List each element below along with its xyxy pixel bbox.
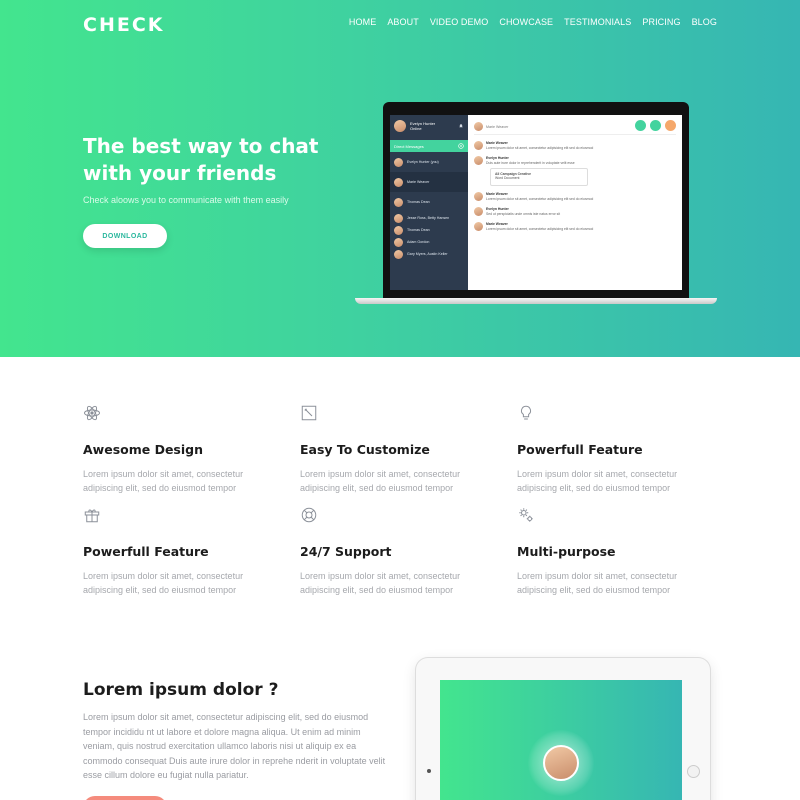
contact-item: Thomas Dean (390, 192, 468, 212)
feature-card: 24/7 Support Lorem ipsum dolor sit amet,… (300, 506, 500, 597)
contact-item: Gary Myers, Austin Keller (390, 248, 468, 260)
chat-message: Evelyn Hunter Sed ut perspiciatis unde om… (474, 207, 676, 216)
feature-card: Multi-purpose Lorem ipsum dolor sit amet… (517, 506, 717, 597)
video-call-icon (635, 120, 646, 131)
tablet-screen (440, 680, 682, 800)
avatar (394, 213, 403, 223)
file-attachment: All Campaign Creative Word Document (490, 168, 588, 186)
chat-message: Evelyn Hunter Duis aute irure dolor in re… (474, 156, 676, 165)
nav-about[interactable]: ABOUT (387, 17, 419, 27)
laptop-base (355, 298, 717, 304)
avatar (394, 157, 403, 167)
feature-title: Powerfull Feature (517, 442, 643, 457)
gift-icon (84, 509, 100, 523)
gears-icon (519, 508, 533, 522)
contact-item: Thomas Dean (390, 224, 468, 236)
chat-message: Marie Weaver Lorem ipsum dolor sit amet, … (474, 222, 676, 231)
avatar (394, 120, 406, 132)
about-text: Lorem ipsum dolor sit amet, consectetur … (83, 712, 386, 780)
chat-app-preview: Evelyn Hunter Online Direct Messages Evel… (390, 115, 682, 290)
main-nav: HOME ABOUT VIDEO DEMO CHOWCASE TESTIMONI… (349, 17, 717, 27)
nav-home[interactable]: HOME (349, 17, 376, 27)
laptop-screen: Evelyn Hunter Online Direct Messages Evel… (383, 102, 689, 298)
avatar (394, 177, 403, 187)
avatar (543, 745, 579, 781)
feature-title: Powerfull Feature (83, 544, 209, 559)
lightbulb-icon (521, 405, 531, 420)
avatar-ring (528, 730, 594, 796)
about-title: Lorem ipsum dolor ? (83, 680, 279, 700)
feature-card: Easy To Customize Lorem ipsum dolor sit … (300, 404, 500, 495)
hero-section: CHECK HOME ABOUT VIDEO DEMO CHOWCASE TES… (0, 0, 800, 357)
feature-text: Lorem ipsum dolor sit amet, consectetur … (300, 571, 461, 595)
avatar (474, 156, 483, 165)
feature-text: Lorem ipsum dolor sit amet, consectetur … (83, 571, 244, 595)
about-button[interactable] (83, 796, 167, 800)
tablet-home-button (687, 765, 700, 778)
bell-icon (459, 124, 463, 128)
avatar (394, 225, 403, 235)
contact-item: Adam Gordon (390, 236, 468, 248)
feature-card: Powerfull Feature Lorem ipsum dolor sit … (517, 404, 717, 495)
feature-text: Lorem ipsum dolor sit amet, consectetur … (300, 469, 461, 493)
avatar (474, 207, 483, 216)
feature-title: Multi-purpose (517, 544, 616, 559)
avatar (394, 249, 403, 259)
tablet-camera (427, 769, 431, 773)
phone-icon (650, 120, 661, 131)
hero-title: The best way to chat with your friends (83, 134, 319, 185)
nav-video-demo[interactable]: VIDEO DEMO (430, 17, 489, 27)
chat-message: Marie Weaver Lorem ipsum dolor sit amet, … (474, 192, 676, 201)
feature-text: Lorem ipsum dolor sit amet, consectetur … (517, 571, 678, 595)
laptop-mockup: Evelyn Hunter Online Direct Messages Evel… (355, 102, 717, 305)
current-user-status: Online (410, 126, 422, 131)
hero-subtitle: Check aloows you to communicate with the… (83, 195, 289, 205)
brand-logo[interactable]: CHECK (83, 14, 165, 36)
chat-main: Marie Weaver Marie Weaver Lorem ipsum dol… (468, 115, 682, 290)
contact-item: Jesse Ross, Betty Hansen (390, 212, 468, 224)
chat-message: Marie Weaver Lorem ipsum dolor sit amet, … (474, 141, 676, 150)
direct-messages-header: Direct Messages (390, 140, 468, 152)
nav-pricing[interactable]: PRICING (642, 17, 680, 27)
feature-card: Awesome Design Lorem ipsum dolor sit ame… (83, 404, 283, 495)
avatar (474, 141, 483, 150)
current-user: Evelyn Hunter Online (390, 115, 468, 137)
feature-title: Easy To Customize (300, 442, 430, 457)
feature-card: Powerfull Feature Lorem ipsum dolor sit … (83, 506, 283, 597)
add-user-icon (665, 120, 676, 131)
avatar (394, 237, 403, 247)
avatar (474, 122, 483, 131)
nav-blog[interactable]: BLOG (692, 17, 717, 27)
lifebuoy-icon (301, 507, 317, 523)
atom-icon (84, 405, 100, 421)
call-buttons (635, 120, 676, 131)
feature-text: Lorem ipsum dolor sit amet, consectetur … (83, 469, 244, 493)
feature-text: Lorem ipsum dolor sit amet, consectetur … (517, 469, 678, 493)
tablet-mockup (416, 658, 710, 800)
avatar (394, 197, 403, 207)
download-button[interactable]: DOWNLOAD (83, 224, 167, 248)
feature-title: 24/7 Support (300, 544, 392, 559)
nav-testimonials[interactable]: TESTIMONIALS (564, 17, 631, 27)
contact-item: Evelyn Hunter (you) (390, 152, 468, 172)
feature-title: Awesome Design (83, 442, 204, 457)
nav-showcase[interactable]: CHOWCASE (499, 17, 553, 27)
avatar (474, 192, 483, 201)
chat-sidebar: Evelyn Hunter Online Direct Messages Evel… (390, 115, 468, 290)
avatar (474, 222, 483, 231)
edit-square-icon (301, 405, 317, 421)
contact-item: Marie Weaver (390, 172, 468, 192)
plus-icon (458, 143, 464, 149)
